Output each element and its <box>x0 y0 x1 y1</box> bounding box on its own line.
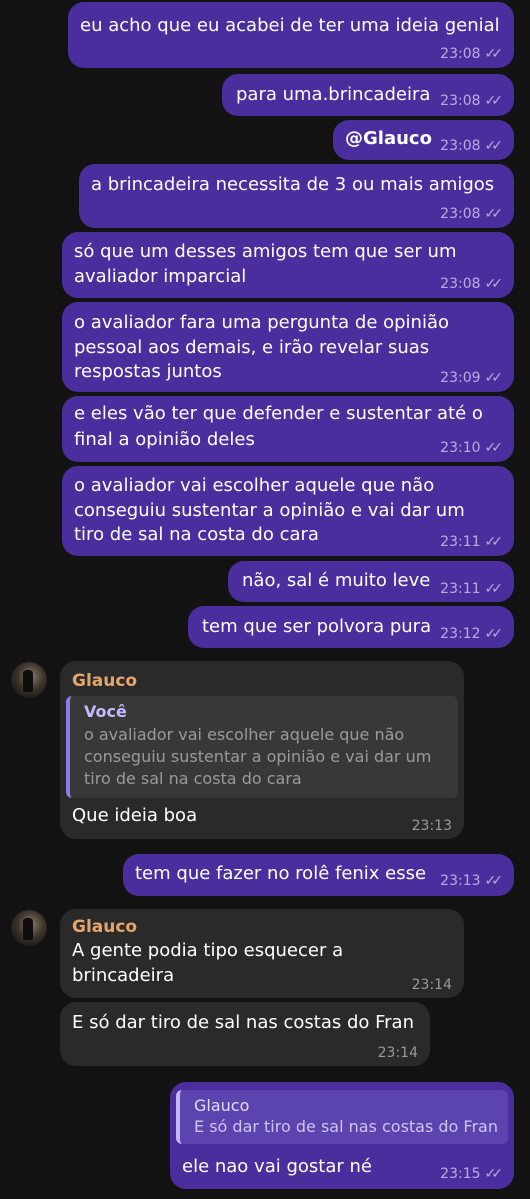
message-meta: 23:13 <box>412 818 452 834</box>
message-time: 23:08 <box>440 276 481 292</box>
reply-quote[interactable]: Glauco E só dar tiro de sal nas costas d… <box>176 1090 508 1144</box>
message-time: 23:08 <box>440 138 481 154</box>
message-bubble-outgoing[interactable]: Glauco E só dar tiro de sal nas costas d… <box>170 1082 514 1189</box>
message-text: E só dar tiro de sal nas costas do Fran <box>72 1012 414 1033</box>
message-meta: 23:08 ✓✓ <box>440 138 504 154</box>
message-meta: 23:11 ✓✓ <box>440 534 504 550</box>
message-text: A gente podia tipo esquecer a <box>72 940 344 961</box>
message-text: respostas juntos <box>74 361 222 382</box>
message-text: conseguiu sustentar a opinião e vai dar … <box>74 500 465 521</box>
message-text: para uma.brincadeira <box>236 84 431 105</box>
message-time: 23:08 <box>440 93 481 109</box>
reply-text: o avaliador vai escolher aquele que não <box>84 725 405 744</box>
read-icon: ✓✓ <box>484 873 504 889</box>
message-bubble-incoming[interactable]: Glauco A gente podia tipo esquecer a bri… <box>60 909 464 998</box>
message-meta: 23:10 ✓✓ <box>440 440 504 456</box>
reply-quote[interactable]: Você o avaliador vai escolher aquele que… <box>66 696 458 798</box>
message-time: 23:14 <box>411 977 452 993</box>
read-icon: ✓✓ <box>484 138 504 154</box>
message-time: 23:11 <box>440 534 481 550</box>
message-meta: 23:12 ✓✓ <box>440 626 504 642</box>
read-icon: ✓✓ <box>484 1166 504 1182</box>
message-meta: 23:14 <box>378 1045 418 1061</box>
message-time: 23:11 <box>440 581 481 597</box>
message-text: só que um desses amigos tem que ser um <box>74 241 457 262</box>
message-text: eu acho que eu acabei de ter uma ideia g… <box>80 15 500 36</box>
sender-name[interactable]: Glauco <box>72 669 137 693</box>
message-meta: 23:15 ✓✓ <box>440 1166 504 1182</box>
message-time: 23:09 <box>440 370 481 386</box>
read-icon: ✓✓ <box>484 581 504 597</box>
message-bubble-outgoing[interactable]: o avaliador vai escolher aquele que não … <box>62 466 514 556</box>
message-text: ele nao vai gostar né <box>182 1156 372 1177</box>
message-time: 23:10 <box>440 440 481 456</box>
message-time: 23:15 <box>440 1166 481 1182</box>
avatar[interactable] <box>11 662 47 698</box>
message-time: 23:13 <box>440 873 481 889</box>
message-meta: 23:08 ✓✓ <box>440 276 504 292</box>
message-bubble-outgoing[interactable]: para uma.brincadeira 23:08 ✓✓ <box>222 74 514 116</box>
message-time: 23:13 <box>411 818 452 834</box>
message-bubble-outgoing[interactable]: o avaliador fara uma pergunta de opinião… <box>62 302 514 392</box>
message-meta: 23:13 ✓✓ <box>440 873 504 889</box>
message-text: não, sal é muito leve <box>242 570 431 591</box>
message-text: final a opinião deles <box>74 429 255 450</box>
message-text: tiro de sal na costa do cara <box>74 524 319 545</box>
message-bubble-outgoing[interactable]: tem que ser polvora pura 23:12 ✓✓ <box>188 606 514 648</box>
message-bubble-outgoing[interactable]: eu acho que eu acabei de ter uma ideia g… <box>68 2 514 68</box>
message-bubble-incoming[interactable]: Glauco Você o avaliador vai escolher aqu… <box>60 661 464 839</box>
message-meta: 23:09 ✓✓ <box>440 370 504 386</box>
message-time: 23:08 <box>440 46 481 62</box>
avatar[interactable] <box>11 910 47 946</box>
message-text: avaliador imparcial <box>74 266 247 287</box>
message-text: o avaliador vai escolher aquele que não <box>74 475 435 496</box>
message-text: tem que ser polvora pura <box>202 616 432 637</box>
message-time: 23:08 <box>440 206 481 222</box>
message-time: 23:14 <box>377 1045 418 1061</box>
read-icon: ✓✓ <box>484 206 504 222</box>
message-text: e eles vão ter que defender e sustentar … <box>74 403 483 424</box>
message-bubble-outgoing[interactable]: não, sal é muito leve 23:11 ✓✓ <box>228 561 514 602</box>
message-bubble-incoming[interactable]: E só dar tiro de sal nas costas do Fran … <box>60 1002 430 1066</box>
message-meta: 23:08 ✓✓ <box>440 93 504 109</box>
read-icon: ✓✓ <box>484 276 504 292</box>
chat-history[interactable]: eu acho que eu acabei de ter uma ideia g… <box>0 0 530 1199</box>
reply-sender-name: Glauco <box>194 1096 250 1115</box>
message-meta: 23:08 ✓✓ <box>440 46 504 62</box>
message-time: 23:12 <box>440 626 481 642</box>
read-icon: ✓✓ <box>484 93 504 109</box>
message-bubble-outgoing[interactable]: @Glauco 23:08 ✓✓ <box>333 120 514 160</box>
message-text: Que ideia boa <box>72 805 198 826</box>
message-text: @Glauco <box>345 128 432 149</box>
reply-text: E só dar tiro de sal nas costas do Fran <box>194 1117 498 1136</box>
message-meta: 23:08 ✓✓ <box>440 206 504 222</box>
message-text: brincadeira <box>72 965 175 986</box>
message-text: pessoal aos demais, e irão revelar suas <box>74 337 430 358</box>
reply-sender-name: Você <box>84 702 127 721</box>
reply-text: conseguiu sustentar a opinião e vai dar … <box>84 747 432 766</box>
read-icon: ✓✓ <box>484 46 504 62</box>
message-text: a brincadeira necessita de 3 ou mais ami… <box>91 174 495 195</box>
read-icon: ✓✓ <box>484 370 504 386</box>
message-bubble-outgoing[interactable]: e eles vão ter que defender e sustentar … <box>62 396 514 462</box>
reply-text: tiro de sal na costa do cara <box>84 769 302 788</box>
sender-name[interactable]: Glauco <box>72 915 137 939</box>
message-bubble-outgoing[interactable]: só que um desses amigos tem que ser um a… <box>62 232 514 298</box>
read-icon: ✓✓ <box>484 440 504 456</box>
message-meta: 23:14 <box>412 977 452 993</box>
read-icon: ✓✓ <box>484 626 504 642</box>
message-meta: 23:11 ✓✓ <box>440 581 504 597</box>
message-text: tem que fazer no rolê fenix esse <box>135 863 427 884</box>
message-bubble-outgoing[interactable]: tem que fazer no rolê fenix esse 23:13 ✓… <box>123 854 514 896</box>
message-bubble-outgoing[interactable]: a brincadeira necessita de 3 ou mais ami… <box>79 164 514 228</box>
read-icon: ✓✓ <box>484 534 504 550</box>
message-text: o avaliador fara uma pergunta de opinião <box>74 312 450 333</box>
